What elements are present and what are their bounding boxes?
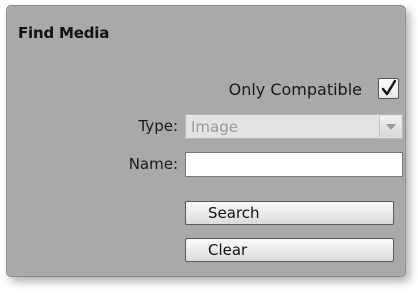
only-compatible-label: Only Compatible bbox=[228, 80, 362, 99]
chevron-down-icon bbox=[386, 124, 396, 130]
check-icon bbox=[381, 79, 397, 96]
type-select-value: Image bbox=[191, 118, 238, 136]
name-input[interactable] bbox=[185, 152, 403, 177]
find-media-panel bbox=[6, 5, 406, 277]
type-label: Type: bbox=[138, 117, 178, 135]
name-label: Name: bbox=[128, 155, 178, 173]
type-select[interactable]: Image bbox=[185, 114, 403, 139]
search-button[interactable]: Search bbox=[185, 201, 394, 225]
clear-button[interactable]: Clear bbox=[185, 238, 394, 262]
type-select-arrow[interactable] bbox=[379, 116, 401, 137]
only-compatible-checkbox[interactable] bbox=[378, 78, 399, 99]
panel-title: Find Media bbox=[18, 24, 110, 42]
